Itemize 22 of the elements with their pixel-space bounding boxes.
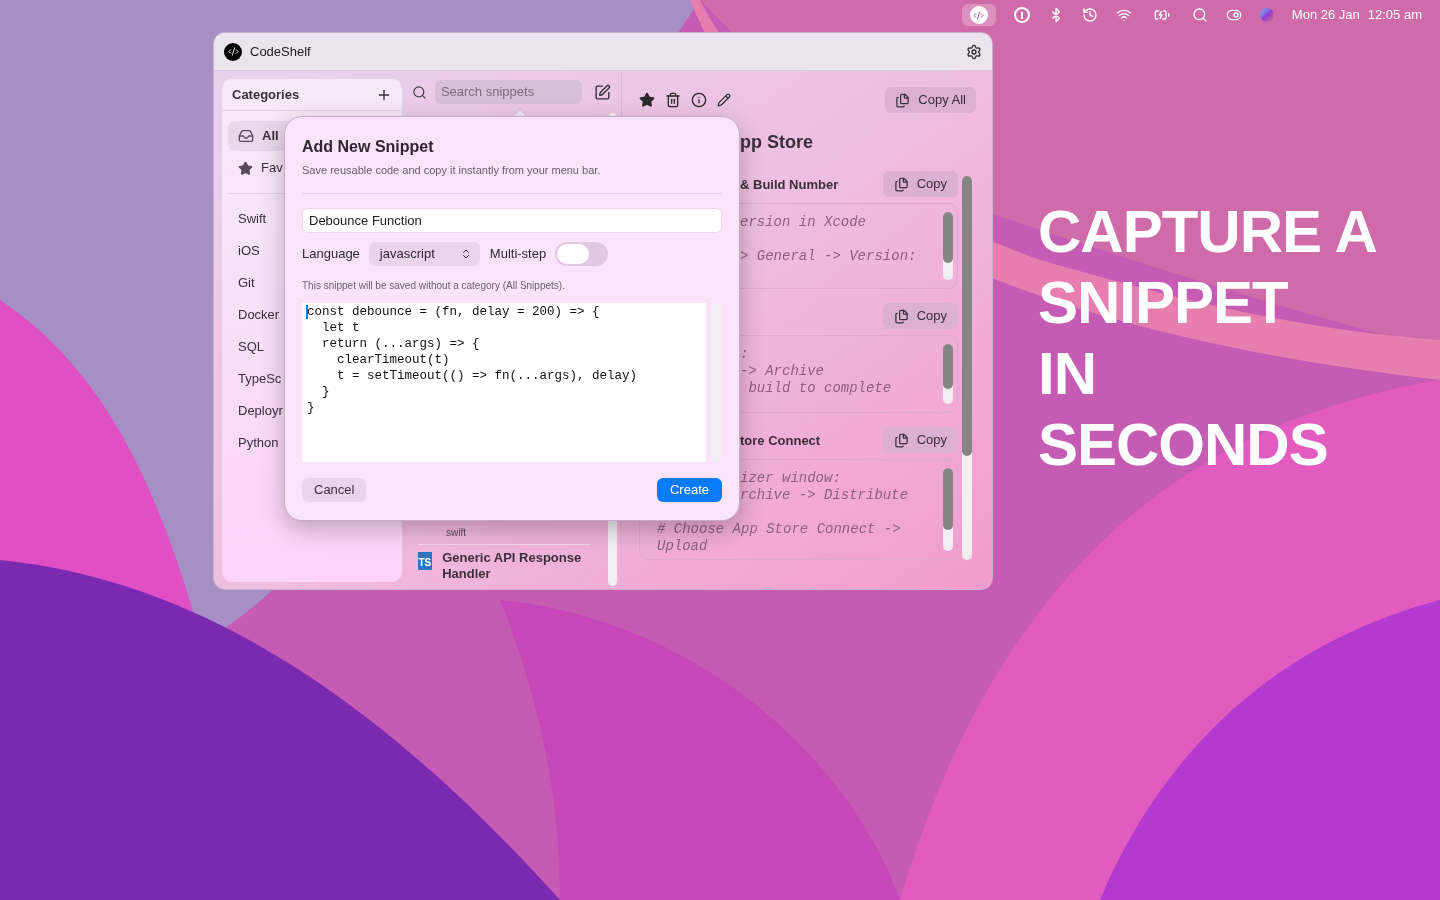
code-line: izer window: [740,470,842,487]
snippet-title: Generic API Response Handler [442,550,583,582]
language-label: Language [302,244,360,263]
snippet-title: pp Store [739,131,814,154]
sheet-subtitle: Save reusable code and copy it instantly from your menu bar. [302,162,722,194]
step-title: & Build Number [740,177,839,192]
language-badge: TS [418,552,433,570]
code-line: -> Archive [740,363,825,380]
multistep-label: Multi-step [489,244,547,263]
window-title: CodeShelf [250,42,312,61]
code-line: : [740,346,750,363]
sheet-title: Add New Snippet [302,137,435,157]
code-line: # Choose App Store Connect -> Upload [657,520,902,555]
code-line: > General -> Version: [740,247,918,265]
category-note: This snippet will be saved without a category (All Snippets). [302,278,566,293]
code-line: rchive -> Distribute [740,487,910,504]
step-title: tore Connect [740,433,821,448]
code-line: build to complete [747,380,893,397]
code-line: ersion in Xcode [740,214,868,231]
snippet-language: swift [418,525,591,545]
promo-heading: CAPTURE A SNIPPET IN SECONDS [1038,197,1377,480]
sidebar-title: Categories [232,85,300,104]
